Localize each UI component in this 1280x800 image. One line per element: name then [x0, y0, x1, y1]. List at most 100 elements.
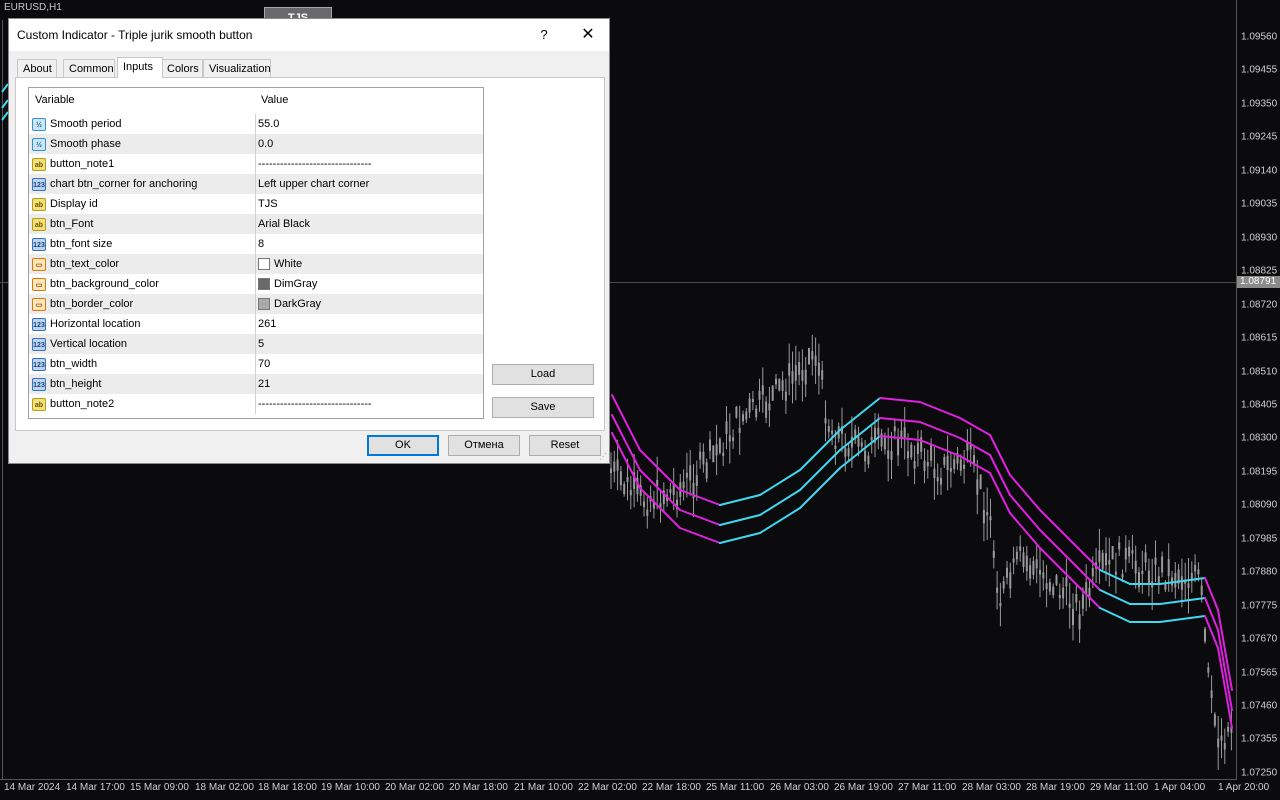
candle-body [689, 465, 692, 481]
candle-body [1138, 572, 1140, 588]
price-tick-label: 1.07565 [1241, 667, 1278, 679]
tab-common[interactable]: Common [63, 59, 115, 77]
param-value-cell[interactable]: 0.0 [258, 134, 478, 154]
table-row[interactable]: ab button_note2 --------------------------… [29, 394, 483, 414]
ok-button[interactable]: OK [367, 435, 439, 456]
candle-body [761, 385, 764, 395]
price-tick-label: 1.07985 [1241, 533, 1278, 545]
table-row[interactable]: ▭ btn_background_color DimGray [29, 274, 483, 294]
param-value-cell[interactable]: 21 [258, 374, 478, 394]
tab-visualization[interactable]: Visualization [203, 59, 271, 77]
save-button[interactable]: Save [492, 397, 594, 418]
candle-body [1072, 608, 1074, 625]
column-header-variable[interactable]: Variable [35, 94, 75, 106]
int-type-icon: 123 [32, 357, 46, 371]
color-swatch[interactable] [258, 258, 270, 271]
candle-body [619, 471, 622, 486]
candle-body [940, 478, 942, 485]
table-row[interactable]: ½ Smooth period 55.0 [29, 114, 483, 134]
table-row[interactable]: 123 Horizontal location 261 [29, 314, 483, 334]
table-row[interactable]: ▭ btn_border_color DarkGray [29, 294, 483, 314]
candle-body [804, 369, 807, 385]
candle-body [646, 509, 649, 516]
candle-body [1015, 551, 1018, 560]
param-value: TJS [258, 198, 278, 210]
time-tick-label: 18 Mar 18:00 [258, 782, 317, 793]
param-value-cell[interactable]: 8 [258, 234, 478, 254]
table-row[interactable]: ab button_note1 --------------------------… [29, 154, 483, 174]
table-row[interactable]: 123 btn_width 70 [29, 354, 483, 374]
table-row[interactable]: 123 chart btn_corner for anchoring Left up… [29, 174, 483, 194]
param-value-cell[interactable]: 55.0 [258, 114, 478, 134]
int-type-icon: 123 [32, 337, 46, 351]
resize-grip-icon[interactable]: ⋰ [599, 453, 607, 461]
table-row[interactable]: ab Display id TJS [29, 194, 483, 214]
time-tick-label: 15 Mar 09:00 [130, 782, 189, 793]
param-value-cell[interactable]: TJS [258, 194, 478, 214]
reset-button[interactable]: Reset [529, 435, 601, 456]
candle-body [623, 483, 626, 494]
candle-body [1035, 559, 1038, 569]
tab-about[interactable]: About [17, 59, 57, 77]
table-row[interactable]: ▭ btn_text_color White [29, 254, 483, 274]
color-swatch[interactable] [258, 298, 270, 311]
candle-body [794, 365, 797, 381]
candle-body [1022, 552, 1025, 567]
candle-body [1006, 567, 1008, 578]
color-swatch[interactable] [258, 278, 270, 291]
help-button[interactable]: ? [529, 23, 559, 47]
candle-body [735, 406, 738, 418]
dialog-titlebar[interactable]: Custom Indicator - Triple jurik smooth b… [9, 19, 609, 51]
custom-indicator-dialog: Custom Indicator - Triple jurik smooth b… [8, 18, 610, 464]
close-icon[interactable]: ✕ [571, 23, 605, 47]
candle-body [1210, 690, 1213, 699]
candle-body [864, 450, 867, 462]
tab-inputs[interactable]: Inputs [117, 57, 163, 78]
param-value-cell[interactable]: White [258, 254, 478, 274]
string-type-icon: ab [32, 197, 46, 211]
param-value-cell[interactable]: ------------------------------- [258, 394, 478, 414]
column-header-value[interactable]: Value [261, 94, 288, 106]
param-value-cell[interactable]: 70 [258, 354, 478, 374]
candle-body [705, 462, 708, 479]
param-value: 55.0 [258, 118, 280, 130]
time-tick-label: 19 Mar 10:00 [321, 782, 380, 793]
table-row[interactable]: 123 btn_height 21 [29, 374, 483, 394]
param-value-cell[interactable]: 261 [258, 314, 478, 334]
price-tick-label: 1.07460 [1241, 700, 1278, 712]
candle-body [1019, 546, 1022, 551]
double-type-icon: ½ [32, 137, 46, 151]
candle-body [1025, 555, 1028, 572]
double-type-icon: ½ [32, 117, 46, 131]
tab-colors[interactable]: Colors [161, 59, 203, 77]
candle-body [784, 391, 787, 401]
candle-body [867, 455, 870, 465]
table-row[interactable]: 123 btn_font size 8 [29, 234, 483, 254]
param-variable-cell: ab btn_Font [31, 214, 256, 234]
time-tick-label: 14 Mar 2024 [4, 782, 61, 793]
candle-body [907, 451, 909, 459]
param-value: 261 [258, 318, 277, 330]
param-value-cell[interactable]: Left upper chart corner [258, 174, 478, 194]
param-value-cell[interactable]: 5 [258, 334, 478, 354]
param-value-cell[interactable]: DarkGray [258, 294, 478, 314]
param-value-cell[interactable]: DimGray [258, 274, 478, 294]
price-tick-label: 1.07670 [1241, 633, 1278, 645]
cancel-button[interactable]: Отмена [448, 435, 520, 456]
table-row[interactable]: 123 Vertical location 5 [29, 334, 483, 354]
load-button[interactable]: Load [492, 364, 594, 385]
candle-body [883, 437, 886, 450]
time-tick-label: 21 Mar 10:00 [514, 782, 573, 793]
time-tick-label: 1 Apr 04:00 [1154, 782, 1206, 793]
param-value: Arial Black [258, 218, 310, 230]
time-axis: 14 Mar 2024 14 Mar 17:00 15 Mar 09:00 18 Ma… [0, 780, 1269, 800]
param-value: 70 [258, 358, 271, 370]
table-row[interactable]: ½ Smooth phase 0.0 [29, 134, 483, 154]
param-value: DimGray [274, 278, 318, 290]
color-type-icon: ▭ [32, 277, 46, 291]
param-value-cell[interactable]: Arial Black [258, 214, 478, 234]
candle-body [963, 464, 966, 469]
param-name: button_note1 [50, 158, 115, 170]
table-row[interactable]: ab btn_Font Arial Black [29, 214, 483, 234]
param-value-cell[interactable]: ------------------------------- [258, 154, 478, 174]
